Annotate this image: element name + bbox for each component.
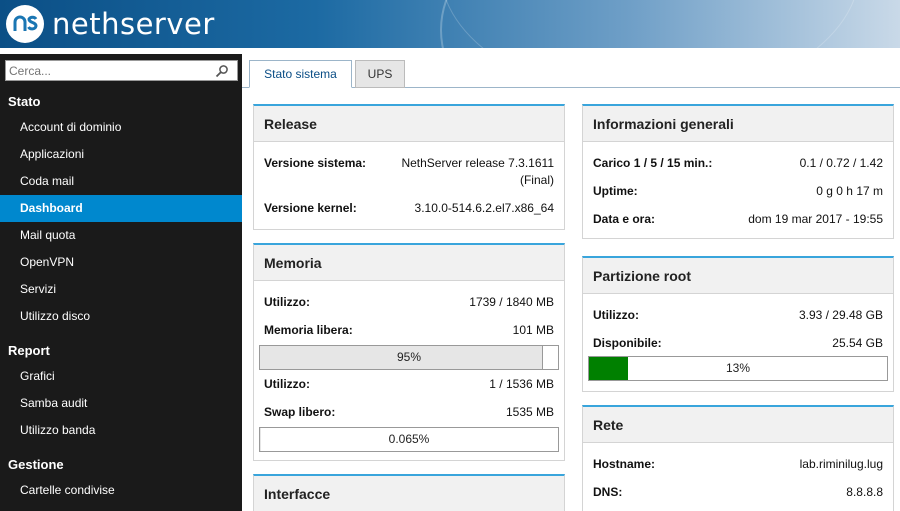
- nethserver-logo[interactable]: nethserver: [6, 5, 215, 43]
- nav-section-report: Report: [8, 343, 50, 358]
- swap-usage-label: Utilizzo:: [264, 377, 310, 391]
- tab-ups[interactable]: UPS: [355, 60, 405, 88]
- swap-free-value: 1535 MB: [505, 405, 554, 419]
- disk-usage-value: 3.93 / 29.48 GB: [798, 308, 883, 322]
- search-field[interactable]: [5, 60, 238, 81]
- nav-item-openvpn[interactable]: OpenVPN: [0, 249, 242, 276]
- nav-item-mail-quota[interactable]: Mail quota: [0, 222, 242, 249]
- release-panel: Release Versione sistema: NethServer rel…: [253, 104, 565, 230]
- system-version-value-suffix: (Final): [519, 173, 554, 187]
- uptime-label: Uptime:: [593, 184, 638, 198]
- nav-section-stato: Stato: [8, 94, 41, 109]
- panel-title: Rete: [583, 407, 893, 443]
- nav-item-utilizzo-disco[interactable]: Utilizzo disco: [0, 303, 242, 330]
- logo-mark-icon: [6, 5, 44, 43]
- hostname-label: Hostname:: [593, 457, 656, 471]
- memory-progress-bar: 95%: [259, 345, 559, 370]
- nav-item-servizi[interactable]: Servizi: [0, 276, 242, 303]
- disk-usage-label: Utilizzo:: [593, 308, 639, 322]
- nav-section-gestione: Gestione: [8, 457, 64, 472]
- disk-available-value: 25.54 GB: [832, 336, 883, 350]
- load-label-intervals: 1 / 5 / 15 min.:: [633, 156, 713, 170]
- panel-title: Release: [254, 106, 564, 142]
- root-partition-panel: Partizione root Utilizzo: 3.93 / 29.48 G…: [582, 256, 894, 392]
- search-input[interactable]: [6, 61, 211, 80]
- general-info-panel: Informazioni generali Carico 1 / 5 / 15 …: [582, 104, 894, 239]
- swap-progress-label: 0.065%: [388, 432, 430, 446]
- search-icon[interactable]: [215, 64, 229, 78]
- panel-title: Memoria: [254, 245, 564, 281]
- nav-item-utilizzo-banda[interactable]: Utilizzo banda: [0, 417, 242, 444]
- nav-item-applicazioni[interactable]: Applicazioni: [0, 141, 242, 168]
- memory-free-label: Memoria libera:: [264, 323, 353, 337]
- uptime-value: 0 g 0 h 17 m: [816, 184, 883, 198]
- kernel-version-value: 3.10.0-514.6.2.el7.x86_64: [414, 201, 554, 215]
- memory-usage-value: 1739 / 1840 MB: [469, 295, 554, 309]
- top-banner: nethserver: [0, 0, 900, 48]
- datetime-value: dom 19 mar 2017 - 19:55: [748, 212, 883, 226]
- nav-item-grafici[interactable]: Grafici: [0, 363, 242, 390]
- nav-item-cartelle-condivise[interactable]: Cartelle condivise: [0, 477, 242, 504]
- nav-item-coda-mail[interactable]: Coda mail: [0, 168, 242, 195]
- panel-title: Informazioni generali: [583, 106, 893, 142]
- system-version-label: Versione sistema:: [264, 156, 367, 170]
- nav-item-account-di-dominio[interactable]: Account di dominio: [0, 114, 242, 141]
- memory-progress-label: 95%: [396, 350, 422, 364]
- nav-item-dashboard[interactable]: Dashboard: [0, 195, 242, 222]
- tab-stato-sistema[interactable]: Stato sistema: [249, 60, 352, 88]
- disk-progress-label: 13%: [725, 361, 751, 375]
- load-label-prefix: Carico: [593, 156, 634, 170]
- sidebar: Stato Account di dominio Applicazioni Co…: [0, 54, 242, 511]
- system-version-value: NethServer release 7.3.1611: [401, 156, 554, 170]
- banner-decoration: [440, 0, 860, 48]
- load-value: 0.1 / 0.72 / 1.42: [799, 156, 883, 170]
- nav-item-samba-audit[interactable]: Samba audit: [0, 390, 242, 417]
- interfaces-panel: Interfacce: [253, 474, 565, 511]
- dns-value: 8.8.8.8: [846, 485, 883, 499]
- brand-name: nethserver: [52, 7, 215, 41]
- panel-title: Partizione root: [583, 258, 893, 294]
- load-label: Carico 1 / 5 / 15 min.:: [593, 156, 712, 170]
- memory-free-value: 101 MB: [512, 323, 554, 337]
- swap-progress-bar: 0.065%: [259, 427, 559, 452]
- dns-label: DNS:: [593, 485, 623, 499]
- hostname-value: lab.riminilug.lug: [799, 457, 883, 471]
- network-panel: Rete Hostname: lab.riminilug.lug DNS: 8.…: [582, 405, 894, 511]
- datetime-label: Data e ora:: [593, 212, 656, 226]
- swap-usage-value: 1 / 1536 MB: [489, 377, 554, 391]
- memory-panel: Memoria Utilizzo: 1739 / 1840 MB Memoria…: [253, 243, 565, 461]
- kernel-version-label: Versione kernel:: [264, 201, 357, 215]
- memory-usage-label: Utilizzo:: [264, 295, 310, 309]
- swap-free-label: Swap libero:: [264, 405, 336, 419]
- disk-progress-bar: 13%: [588, 356, 888, 381]
- disk-available-label: Disponibile:: [593, 336, 662, 350]
- panel-title: Interfacce: [254, 476, 564, 511]
